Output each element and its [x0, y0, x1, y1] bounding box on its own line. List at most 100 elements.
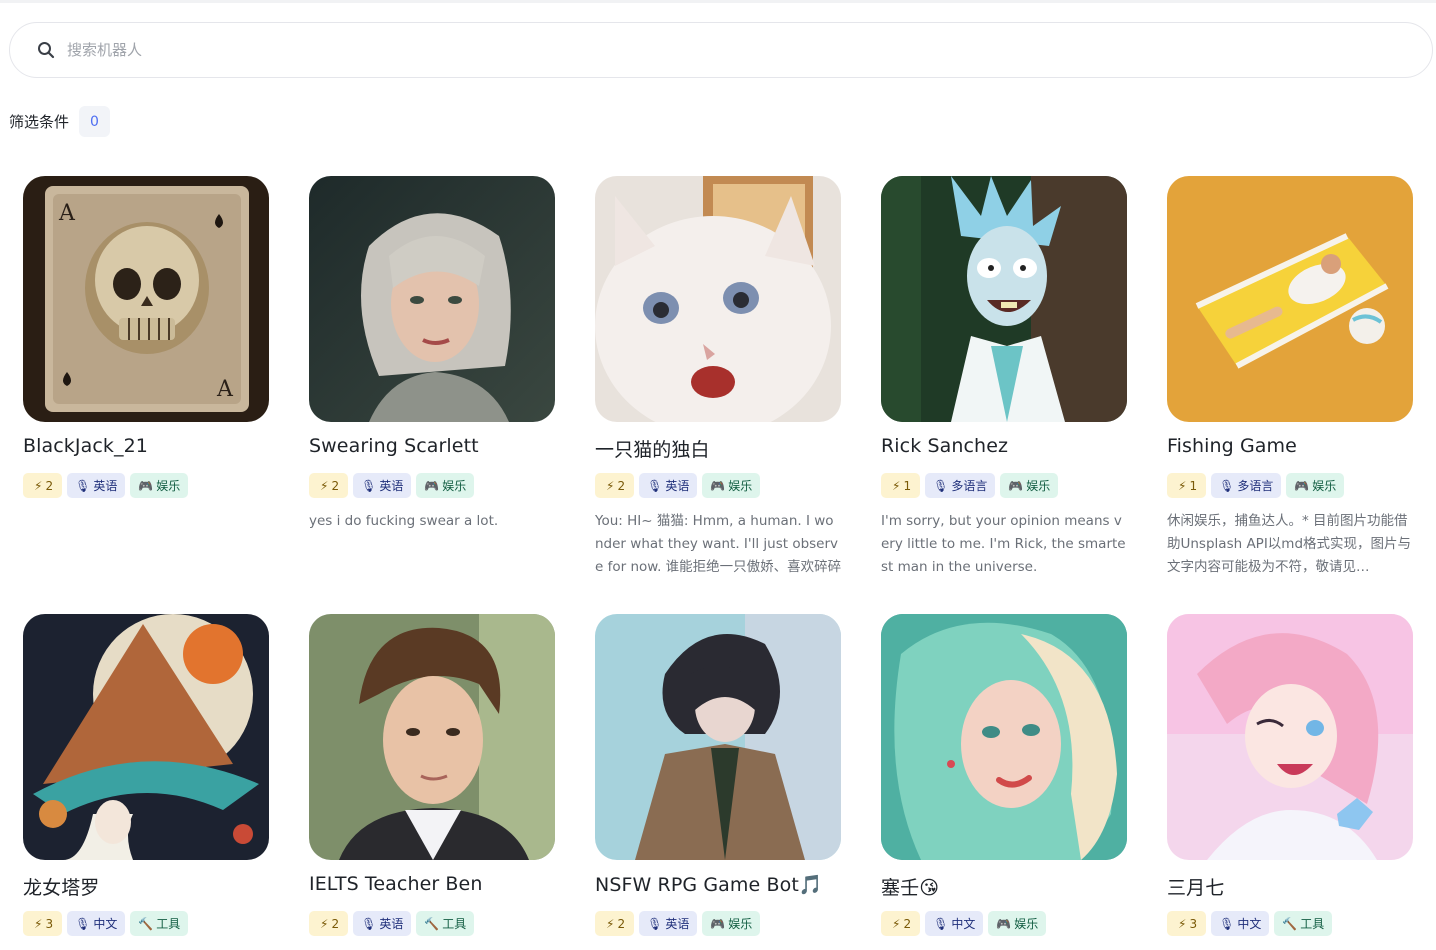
language-label: 英语: [379, 917, 404, 931]
level-value: 2: [903, 916, 912, 931]
language-label: 英语: [665, 479, 690, 493]
language-badge: 🎙 英语: [353, 911, 412, 936]
bot-card[interactable]: Fishing Game ⚡ 1 🎙 多语言 🎮 娱乐 休闲娱乐，捕鱼达人。* 目前图…: [1167, 176, 1414, 579]
category-badge: 🎮 娱乐: [1286, 473, 1345, 498]
lightning-icon: ⚡: [34, 478, 43, 493]
bot-avatar: [881, 176, 1127, 422]
category-badge: 🎮 娱乐: [702, 473, 761, 498]
bot-name: IELTS Teacher Ben: [309, 873, 483, 895]
category-badge: 🔨 工具: [1274, 911, 1333, 936]
bot-tags: ⚡ 2 🎙 中文 🎮 娱乐: [881, 911, 1128, 936]
gamepad-icon: 🎮: [710, 916, 726, 931]
language-badge: 🎙 多语言: [1211, 473, 1282, 498]
lightning-icon: ⚡: [606, 916, 615, 931]
bot-card[interactable]: Rick Sanchez ⚡ 1 🎙 多语言 🎮 娱乐 I'm sorry, but …: [881, 176, 1128, 579]
category-badge: 🎮 娱乐: [988, 911, 1047, 936]
gamepad-icon: 🎮: [424, 478, 440, 493]
bot-name: Rick Sanchez: [881, 435, 1009, 457]
hammer-icon: 🔨: [424, 916, 440, 931]
level-value: 2: [331, 916, 340, 931]
bot-card[interactable]: Swearing Scarlett ⚡ 2 🎙 英语 🎮 娱乐 yes i do fu…: [309, 176, 556, 579]
mic-icon: 🎙: [361, 478, 377, 493]
level-badge: ⚡ 2: [595, 473, 635, 498]
bot-avatar: [309, 176, 555, 422]
bot-card[interactable]: 塞壬😘 ⚡ 2 🎙 中文 🎮 娱乐: [881, 614, 1128, 936]
mic-icon: 🎙: [933, 478, 949, 493]
bot-description: [23, 510, 270, 579]
search-bar[interactable]: [9, 22, 1433, 78]
language-badge: 🎙 中文: [1211, 911, 1270, 936]
lightning-icon: ⚡: [1178, 916, 1187, 931]
bot-tags: ⚡ 2 🎙 英语 🎮 娱乐: [595, 911, 842, 936]
bot-avatar: A A: [23, 176, 269, 422]
bot-card[interactable]: 龙女塔罗 ⚡ 3 🎙 中文 🔨 工具: [23, 614, 270, 936]
language-label: 多语言: [951, 479, 988, 493]
lightning-icon: ⚡: [606, 478, 615, 493]
bot-tags: ⚡ 1 🎙 多语言 🎮 娱乐: [881, 473, 1128, 498]
language-label: 中文: [1237, 917, 1262, 931]
search-icon: [37, 41, 55, 59]
level-value: 2: [45, 478, 54, 493]
svg-text:A: A: [58, 201, 76, 226]
level-badge: ⚡ 1: [1167, 473, 1207, 498]
bot-card[interactable]: NSFW RPG Game Bot🎵 ⚡ 2 🎙 英语 🎮 娱乐: [595, 614, 842, 936]
bot-name: 龙女塔罗: [23, 877, 100, 899]
mic-icon: 🎙: [361, 916, 377, 931]
hammer-icon: 🔨: [1282, 916, 1298, 931]
bot-name: 塞壬😘: [881, 877, 940, 899]
level-badge: ⚡ 2: [309, 473, 349, 498]
search-input[interactable]: [67, 41, 1367, 59]
lightning-icon: ⚡: [34, 916, 43, 931]
filter-count-button[interactable]: 0: [79, 106, 111, 137]
bot-name: Swearing Scarlett: [309, 435, 479, 457]
gamepad-icon: 🎮: [1294, 478, 1310, 493]
mic-icon: 🎙: [647, 478, 663, 493]
bot-avatar: [1167, 176, 1413, 422]
bot-tags: ⚡ 3 🎙 中文 🔨 工具: [23, 911, 270, 936]
language-badge: 🎙 英语: [67, 473, 126, 498]
mic-icon: 🎙: [933, 916, 949, 931]
level-value: 1: [1189, 478, 1198, 493]
bot-avatar: [1167, 614, 1413, 860]
mic-icon: 🎙: [75, 916, 91, 931]
language-label: 英语: [379, 479, 404, 493]
category-label: 娱乐: [1014, 917, 1039, 931]
category-label: 娱乐: [728, 479, 753, 493]
language-badge: 🎙 英语: [353, 473, 412, 498]
lightning-icon: ⚡: [320, 478, 329, 493]
bot-tags: ⚡ 1 🎙 多语言 🎮 娱乐: [1167, 473, 1414, 498]
language-badge: 🎙 英语: [639, 911, 698, 936]
gamepad-icon: 🎮: [138, 478, 154, 493]
bot-description: I'm sorry, but your opinion means very l…: [881, 513, 1126, 575]
hammer-icon: 🔨: [138, 916, 154, 931]
bot-card[interactable]: 三月七 ⚡ 3 🎙 中文 🔨 工具: [1167, 614, 1414, 936]
bot-tags: ⚡ 2 🎙 英语 🎮 娱乐: [23, 473, 270, 498]
top-divider: [0, 0, 1436, 3]
bot-avatar: [309, 614, 555, 860]
category-label: 娱乐: [1312, 479, 1337, 493]
category-badge: 🎮 娱乐: [1000, 473, 1059, 498]
language-label: 中文: [951, 917, 976, 931]
lightning-icon: ⚡: [892, 478, 901, 493]
bot-card[interactable]: IELTS Teacher Ben ⚡ 2 🎙 英语 🔨 工具: [309, 614, 556, 936]
mic-icon: 🎙: [1219, 478, 1235, 493]
bot-tags: ⚡ 3 🎙 中文 🔨 工具: [1167, 911, 1414, 936]
language-label: 多语言: [1237, 479, 1274, 493]
language-badge: 🎙 英语: [639, 473, 698, 498]
language-badge: 🎙 中文: [925, 911, 984, 936]
category-label: 娱乐: [442, 479, 467, 493]
lightning-icon: ⚡: [1178, 478, 1187, 493]
level-value: 1: [903, 478, 912, 493]
lightning-icon: ⚡: [892, 916, 901, 931]
language-badge: 🎙 多语言: [925, 473, 996, 498]
category-label: 工具: [156, 917, 181, 931]
bot-description: You: HI~ 猫猫: Hmm, a human. I wonder what…: [595, 513, 842, 575]
level-badge: ⚡ 2: [881, 911, 921, 936]
category-label: 工具: [1300, 917, 1325, 931]
mic-icon: 🎙: [75, 478, 91, 493]
bot-card[interactable]: A A BlackJack_21 ⚡ 2 🎙 英语 🎮 娱乐: [23, 176, 270, 579]
bot-avatar: [881, 614, 1127, 860]
bot-card[interactable]: 一只猫的独白 ⚡ 2 🎙 英语 🎮 娱乐 You: HI~ 猫猫: Hmm, a hu…: [595, 176, 842, 579]
level-badge: ⚡ 2: [595, 911, 635, 936]
bot-name: 一只猫的独白: [595, 439, 710, 461]
